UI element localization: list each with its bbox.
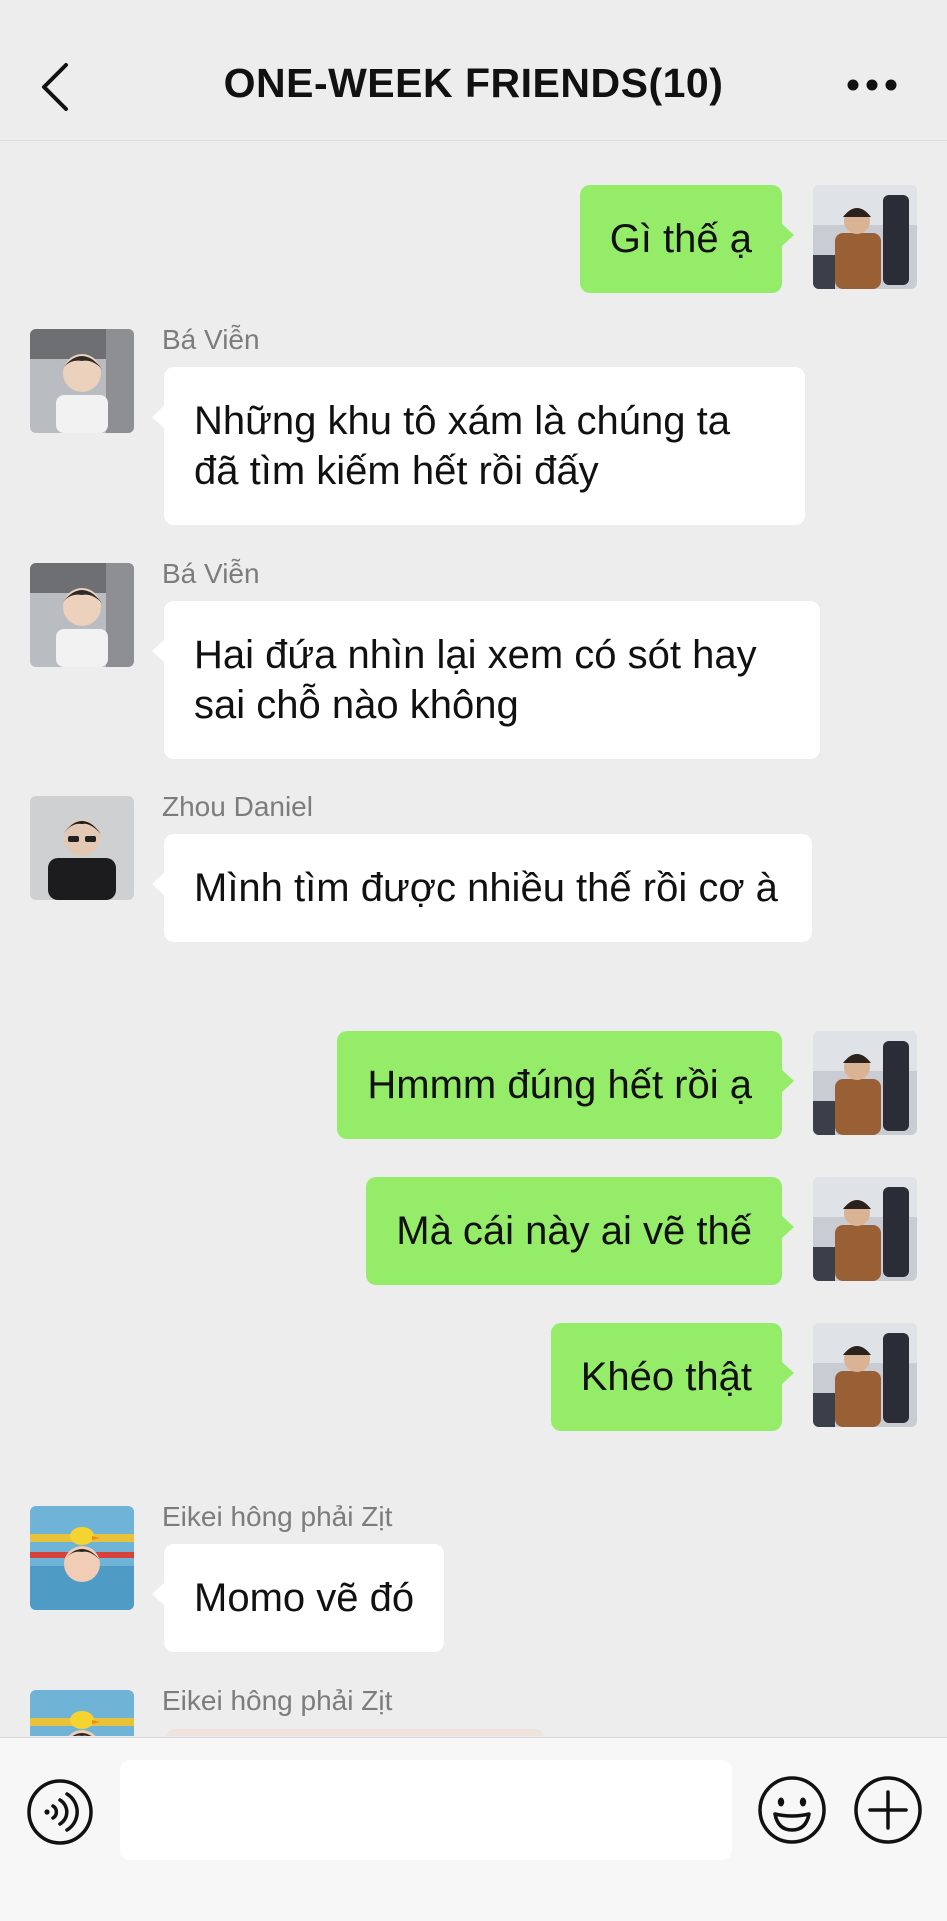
avatar-self[interactable] [813, 1323, 917, 1427]
plus-icon [854, 1776, 922, 1844]
message-list[interactable]: Gì thế ạ Bá Viễn Những khu tô xám là chú… [0, 141, 947, 1736]
avatar-eikei[interactable] [30, 1690, 134, 1736]
emoji-icon [758, 1776, 826, 1844]
message-bubble[interactable]: Hmmm đúng hết rồi ạ [337, 1031, 794, 1139]
emoji-button[interactable] [756, 1774, 828, 1846]
avatar-eikei[interactable] [30, 1506, 134, 1610]
avatar-self[interactable] [813, 1031, 917, 1135]
message-bubble[interactable]: Mà cái này ai vẽ thế [366, 1177, 794, 1285]
chat-header: ONE-WEEK FRIENDS(10) [0, 0, 947, 141]
message-bubble[interactable]: Momo vẽ đó [151, 1544, 445, 1652]
sender-name: Eikei hông phải Zịt [162, 1685, 393, 1716]
avatar-ba-vien[interactable] [30, 329, 134, 433]
sender-name: Bá Viễn [162, 558, 260, 589]
more-dots-icon [847, 79, 897, 91]
image-message[interactable] [166, 1729, 544, 1736]
chevron-left-icon [42, 63, 68, 111]
message-input[interactable] [120, 1760, 732, 1860]
back-button[interactable] [30, 52, 80, 122]
voice-button[interactable] [26, 1778, 94, 1846]
sender-name: Zhou Daniel [162, 791, 313, 822]
voice-icon [27, 1779, 93, 1845]
message-input-bar [0, 1737, 947, 1921]
message-bubble[interactable]: Khéo thật [550, 1323, 795, 1431]
avatar-zhou-daniel[interactable] [30, 796, 134, 900]
sender-name: Bá Viễn [162, 324, 260, 355]
message-bubble[interactable]: Gì thế ạ [579, 185, 795, 293]
more-options-button[interactable] [837, 60, 907, 110]
sender-name: Eikei hông phải Zịt [162, 1501, 393, 1532]
avatar-ba-vien[interactable] [30, 563, 134, 667]
chat-title: ONE-WEEK FRIENDS(10) [223, 60, 724, 106]
avatar-self[interactable] [813, 1177, 917, 1281]
avatar-self[interactable] [813, 185, 917, 289]
message-bubble[interactable]: Mình tìm được nhiều thế rồi cơ à [152, 834, 812, 942]
message-bubble[interactable]: Những khu tô xám là chúng ta đã tìm kiếm… [152, 367, 805, 525]
more-actions-button[interactable] [852, 1774, 924, 1846]
message-bubble[interactable]: Hai đứa nhìn lại xem có sót hay sai chỗ … [152, 601, 820, 759]
